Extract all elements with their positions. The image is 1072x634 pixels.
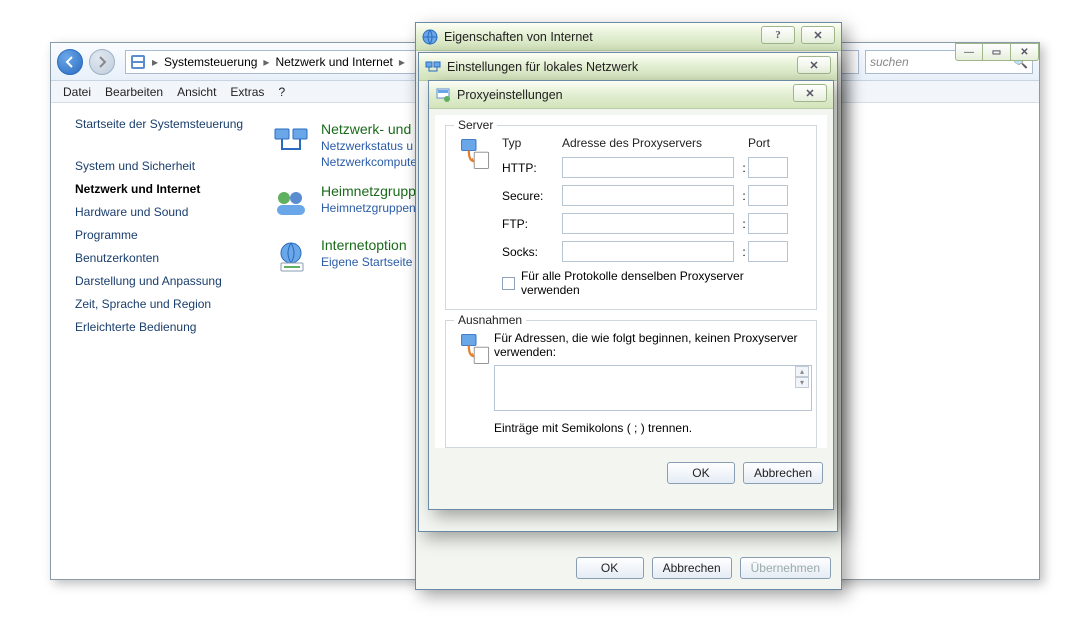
sidebar-item-prog[interactable]: Programme: [75, 228, 255, 242]
dialog-title: Eigenschaften von Internet: [444, 30, 593, 44]
breadcrumb-seg-1[interactable]: Netzwerk und Internet: [271, 55, 396, 69]
breadcrumb-separator: ▸: [150, 55, 160, 69]
sidebar-item-hw[interactable]: Hardware und Sound: [75, 205, 255, 219]
exceptions-hint: Einträge mit Semikolons ( ; ) trennen.: [494, 421, 812, 435]
minimize-button[interactable]: —: [955, 43, 983, 61]
server-icon: [458, 136, 494, 172]
close-button[interactable]: ✕: [797, 56, 831, 74]
same-proxy-checkbox[interactable]: Für alle Protokolle denselben Proxyserve…: [502, 269, 804, 297]
category-title: Internetoption: [321, 237, 422, 253]
menu-edit[interactable]: Bearbeiten: [105, 85, 163, 99]
window-controls: — ▭ ✕: [955, 43, 1039, 61]
breadcrumb-seg-0[interactable]: Systemsteuerung: [160, 55, 261, 69]
spinner[interactable]: ▴▾: [795, 366, 809, 388]
close-button[interactable]: ✕: [801, 26, 835, 44]
dialog-titlebar[interactable]: Eigenschaften von Internet ? ✕: [416, 23, 841, 51]
breadcrumb-separator: ▸: [397, 55, 407, 69]
control-panel-icon: [130, 54, 146, 70]
colon: :: [740, 245, 748, 259]
sidebar-item-ease[interactable]: Erleichterte Bedienung: [75, 320, 255, 334]
arrow-left-icon: [64, 56, 76, 68]
proxy-icon: [435, 87, 451, 103]
proxy-row-http: HTTP: :: [502, 157, 804, 178]
group-label: Server: [454, 118, 497, 132]
category-title: Heimnetzgrupp: [321, 183, 416, 199]
category-sublink[interactable]: Heimnetzgruppen: [321, 201, 416, 215]
sidebar-home[interactable]: Startseite der Systemsteuerung: [75, 117, 255, 131]
proxy-row-ftp: FTP: :: [502, 213, 804, 234]
socks-port-input[interactable]: [748, 241, 788, 262]
help-button[interactable]: ?: [761, 26, 795, 44]
menu-extras[interactable]: Extras: [230, 85, 264, 99]
group-label: Ausnahmen: [454, 313, 526, 327]
proxy-type-label: Socks:: [502, 245, 562, 259]
proxy-settings-dialog: Proxyeinstellungen ✕ Server Typ Adresse …: [428, 80, 834, 510]
col-address: Adresse des Proxyservers: [562, 136, 734, 150]
nav-forward-button[interactable]: [89, 49, 115, 75]
globe-icon: [422, 29, 438, 45]
proxy-type-label: FTP:: [502, 217, 562, 231]
network-icon: [425, 59, 441, 75]
http-address-input[interactable]: [562, 157, 734, 178]
ftp-port-input[interactable]: [748, 213, 788, 234]
socks-address-input[interactable]: [562, 241, 734, 262]
exceptions-text: Für Adressen, die wie folgt beginnen, ke…: [494, 331, 812, 359]
exceptions-icon: [458, 331, 494, 367]
cancel-button[interactable]: Abbrechen: [652, 557, 732, 579]
dialog-titlebar[interactable]: Proxyeinstellungen ✕: [429, 81, 833, 109]
dialog-titlebar[interactable]: Einstellungen für lokales Netzwerk ✕: [419, 53, 837, 81]
colon: :: [740, 189, 748, 203]
colon: :: [740, 217, 748, 231]
dialog-title: Proxyeinstellungen: [457, 88, 563, 102]
col-type: Typ: [502, 136, 562, 150]
proxy-type-label: Secure:: [502, 189, 562, 203]
sidebar-item-net[interactable]: Netzwerk und Internet: [75, 182, 255, 196]
category-sublink[interactable]: Netzwerkcompute: [321, 155, 417, 169]
http-port-input[interactable]: [748, 157, 788, 178]
col-port: Port: [748, 136, 770, 150]
category-title: Netzwerk- und: [321, 121, 417, 137]
close-button[interactable]: ✕: [793, 84, 827, 102]
proxy-row-secure: Secure: :: [502, 185, 804, 206]
sidebar-item-users[interactable]: Benutzerkonten: [75, 251, 255, 265]
network-center-icon: [271, 121, 311, 161]
secure-address-input[interactable]: [562, 185, 734, 206]
menu-help[interactable]: ?: [278, 85, 285, 99]
spinner-down-icon[interactable]: ▾: [795, 377, 809, 388]
search-placeholder: suchen: [870, 55, 909, 69]
internet-options-icon: [271, 237, 311, 277]
apply-button[interactable]: Übernehmen: [740, 557, 831, 579]
server-group: Server Typ Adresse des Proxyservers Port…: [445, 125, 817, 310]
menu-file[interactable]: Datei: [63, 85, 91, 99]
proxy-row-socks: Socks: :: [502, 241, 804, 262]
category-sublink[interactable]: Eigene Startseite ä: [321, 255, 422, 269]
proxy-type-label: HTTP:: [502, 161, 562, 175]
maximize-button[interactable]: ▭: [983, 43, 1011, 61]
close-button[interactable]: ✕: [1011, 43, 1039, 61]
homegroup-icon: [271, 183, 311, 223]
ok-button[interactable]: OK: [576, 557, 644, 579]
checkbox-label: Für alle Protokolle denselben Proxyserve…: [521, 269, 804, 297]
category-sublink[interactable]: Netzwerkstatus u: [321, 139, 417, 153]
ok-button[interactable]: OK: [667, 462, 735, 484]
dialog-buttons: OK Abbrechen Übernehmen: [416, 553, 841, 589]
dialog-title: Einstellungen für lokales Netzwerk: [447, 60, 638, 74]
sidebar-item-appearance[interactable]: Darstellung und Anpassung: [75, 274, 255, 288]
checkbox-icon: [502, 277, 515, 290]
nav-back-button[interactable]: [57, 49, 83, 75]
sidebar-item-timelang[interactable]: Zeit, Sprache und Region: [75, 297, 255, 311]
breadcrumb-separator: ▸: [261, 55, 271, 69]
secure-port-input[interactable]: [748, 185, 788, 206]
dialog-buttons: OK Abbrechen: [429, 458, 833, 494]
arrow-right-icon: [96, 56, 108, 68]
exceptions-group: Ausnahmen Für Adressen, die wie folgt be…: [445, 320, 817, 448]
sidebar: Startseite der Systemsteuerung System un…: [51, 103, 261, 579]
sidebar-item-syssec[interactable]: System und Sicherheit: [75, 159, 255, 173]
menu-view[interactable]: Ansicht: [177, 85, 216, 99]
ftp-address-input[interactable]: [562, 213, 734, 234]
exceptions-textarea[interactable]: ▴▾: [494, 365, 812, 411]
spinner-up-icon[interactable]: ▴: [795, 366, 809, 377]
colon: :: [740, 161, 748, 175]
cancel-button[interactable]: Abbrechen: [743, 462, 823, 484]
